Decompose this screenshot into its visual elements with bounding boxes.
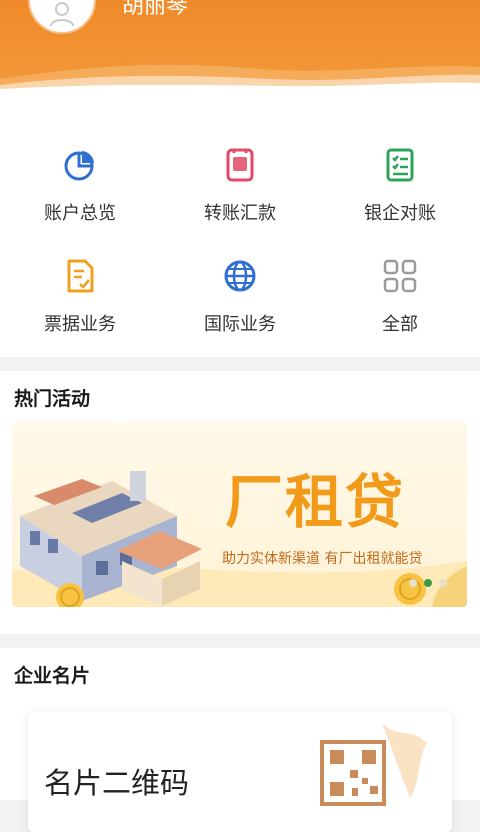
hot-activities-section: 热门活动 厂租贷 助力实体新渠道 有厂出租就能贷 bbox=[0, 371, 480, 634]
menu-item-account-overview[interactable]: 账户总览 bbox=[0, 147, 160, 247]
carousel-indicator bbox=[409, 579, 447, 587]
carousel-dot-active[interactable] bbox=[424, 579, 432, 587]
menu-label: 全部 bbox=[382, 314, 418, 335]
menu-item-reconcile[interactable]: 银企对账 bbox=[320, 147, 480, 247]
carousel-dot[interactable] bbox=[439, 579, 447, 587]
menu-label: 票据业务 bbox=[44, 314, 116, 335]
menu-item-transfer[interactable]: 转账汇款 bbox=[160, 147, 320, 247]
section-title-hot: 热门活动 bbox=[14, 388, 91, 410]
pie-chart-icon bbox=[64, 151, 94, 181]
qr-code-icon bbox=[320, 723, 427, 806]
menu-label: 银企对账 bbox=[364, 203, 436, 224]
menu-item-all[interactable]: 全部 bbox=[320, 258, 480, 358]
carousel-dot[interactable] bbox=[409, 579, 417, 587]
menu-item-bills[interactable]: 票据业务 bbox=[0, 258, 160, 358]
menu-label: 转账汇款 bbox=[204, 203, 276, 224]
user-icon bbox=[50, 2, 74, 26]
banner-title: 厂租贷 bbox=[225, 468, 406, 536]
promo-banner[interactable]: 厂租贷 助力实体新渠道 有厂出租就能贷 bbox=[12, 421, 467, 607]
profile-header: 胡丽琴 bbox=[0, 0, 480, 95]
section-title-card: 企业名片 bbox=[14, 665, 91, 687]
transfer-icon bbox=[226, 148, 254, 182]
function-menu: 账户总览 转账汇款 银企对账 票据业务 国际业务 全部 bbox=[0, 95, 480, 357]
avatar[interactable] bbox=[28, 0, 96, 34]
banner-subtitle: 助力实体新渠道 有厂出租就能贷 bbox=[222, 551, 423, 567]
grid-icon bbox=[383, 259, 417, 293]
qr-card-title: 名片二维码 bbox=[44, 766, 190, 800]
menu-label: 账户总览 bbox=[44, 203, 116, 224]
menu-label: 国际业务 bbox=[204, 314, 276, 335]
reconcile-icon bbox=[386, 148, 414, 182]
globe-icon bbox=[224, 260, 256, 292]
company-name: 胡丽琴 bbox=[122, 0, 189, 19]
header-wave bbox=[0, 64, 480, 95]
bill-icon bbox=[67, 259, 94, 293]
company-card-section: 企业名片 名片二维码 bbox=[0, 648, 480, 832]
menu-item-international[interactable]: 国际业务 bbox=[160, 258, 320, 358]
qr-card[interactable]: 名片二维码 bbox=[28, 712, 452, 832]
